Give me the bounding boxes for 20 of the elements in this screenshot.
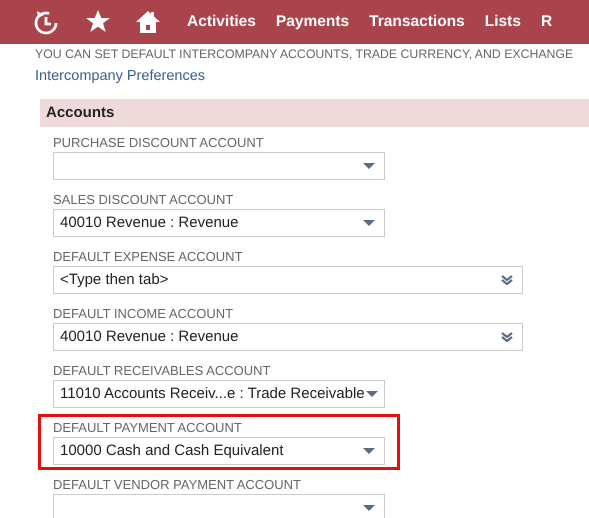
dropdown-field[interactable]: 11010 Accounts Receiv...e : Trade Receivable (53, 380, 385, 408)
field-label: DEFAULT VENDOR PAYMENT ACCOUNT (53, 477, 302, 493)
dropdown-field[interactable]: 10000 Cash and Cash Equivalent (53, 437, 385, 465)
nav-menu-item[interactable]: Payments (276, 10, 350, 34)
popup-field[interactable]: 40010 Revenue : Revenue (53, 323, 523, 351)
popup-field[interactable]: <Type then tab> (53, 266, 523, 294)
intercompany-preferences-link[interactable]: Intercompany Preferences (35, 68, 206, 84)
nav-menu-item[interactable]: Transactions (369, 10, 465, 34)
field-label: DEFAULT EXPENSE ACCOUNT (53, 249, 244, 265)
field-label: DEFAULT INCOME ACCOUNT (53, 306, 234, 322)
dropdown-field[interactable]: 40010 Revenue : Revenue (53, 209, 385, 237)
intro-text: YOU CAN SET DEFAULT INTERCOMPANY ACCOUNTS, TRADE CURRENCY, AND EXCHANGE (34, 46, 574, 63)
field-label: DEFAULT PAYMENT ACCOUNT (53, 420, 243, 436)
section-header: Accounts (40, 99, 589, 127)
nav-menu-item[interactable]: Lists (484, 10, 521, 34)
field-label: SALES DISCOUNT ACCOUNT (53, 192, 234, 208)
field-label: PURCHASE DISCOUNT ACCOUNT (53, 135, 265, 151)
field-label: DEFAULT RECEIVABLES ACCOUNT (53, 363, 272, 379)
nav-menu-item[interactable]: Activities (187, 10, 256, 34)
nav-menu-item[interactable]: R (540, 10, 552, 34)
